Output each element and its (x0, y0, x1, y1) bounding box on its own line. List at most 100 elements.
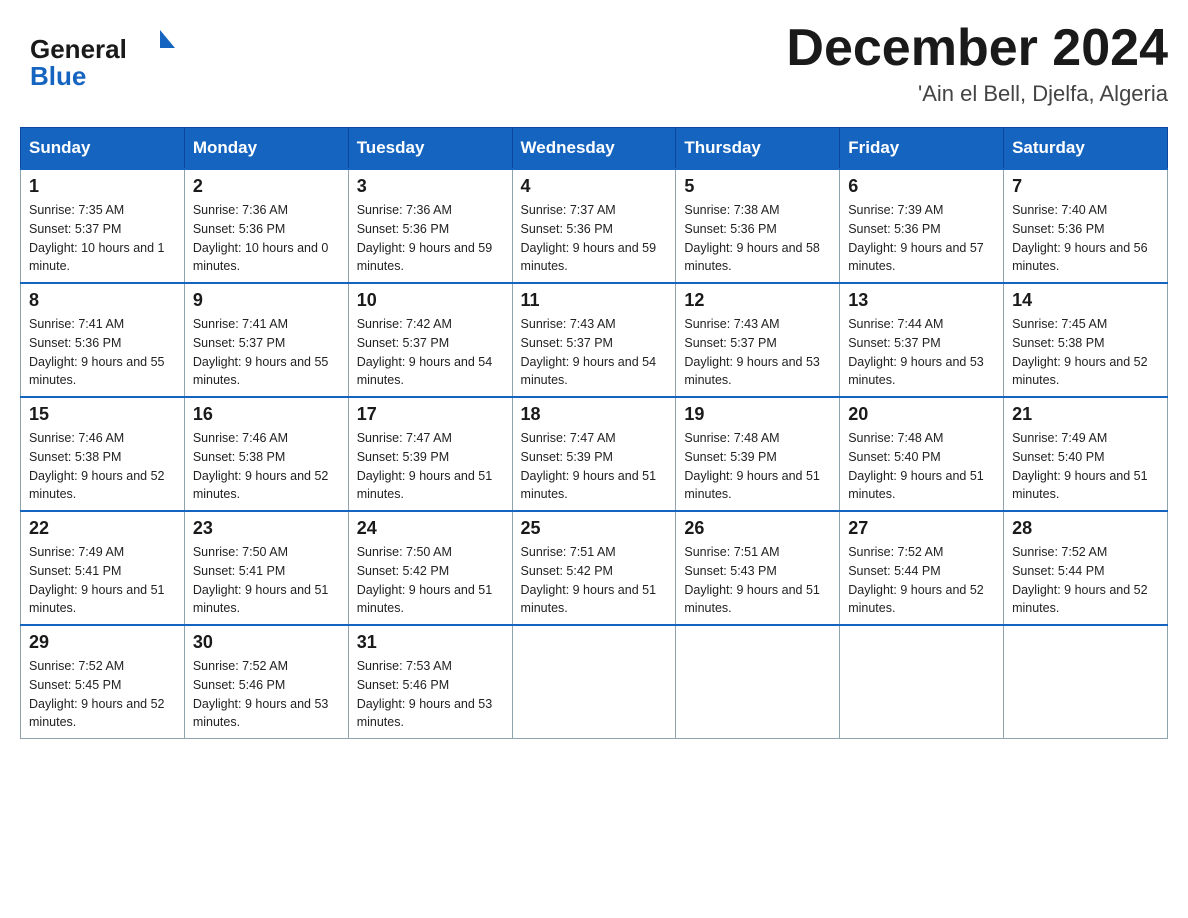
day-info: Sunrise: 7:49 AMSunset: 5:40 PMDaylight:… (1012, 429, 1159, 504)
calendar-week-4: 22 Sunrise: 7:49 AMSunset: 5:41 PMDaylig… (21, 511, 1168, 625)
calendar-table: SundayMondayTuesdayWednesdayThursdayFrid… (20, 127, 1168, 739)
day-number: 26 (684, 518, 831, 539)
day-info: Sunrise: 7:40 AMSunset: 5:36 PMDaylight:… (1012, 201, 1159, 276)
day-number: 24 (357, 518, 504, 539)
day-number: 20 (848, 404, 995, 425)
day-info: Sunrise: 7:45 AMSunset: 5:38 PMDaylight:… (1012, 315, 1159, 390)
day-number: 18 (521, 404, 668, 425)
day-number: 12 (684, 290, 831, 311)
day-info: Sunrise: 7:50 AMSunset: 5:41 PMDaylight:… (193, 543, 340, 618)
day-number: 10 (357, 290, 504, 311)
day-info: Sunrise: 7:48 AMSunset: 5:39 PMDaylight:… (684, 429, 831, 504)
calendar-cell: 23 Sunrise: 7:50 AMSunset: 5:41 PMDaylig… (184, 511, 348, 625)
logo-svg: General Blue (20, 20, 180, 95)
calendar-cell: 10 Sunrise: 7:42 AMSunset: 5:37 PMDaylig… (348, 283, 512, 397)
calendar-header-monday: Monday (184, 128, 348, 170)
calendar-cell: 11 Sunrise: 7:43 AMSunset: 5:37 PMDaylig… (512, 283, 676, 397)
calendar-header-tuesday: Tuesday (348, 128, 512, 170)
calendar-cell: 9 Sunrise: 7:41 AMSunset: 5:37 PMDayligh… (184, 283, 348, 397)
calendar-cell (512, 625, 676, 739)
day-number: 4 (521, 176, 668, 197)
day-info: Sunrise: 7:52 AMSunset: 5:46 PMDaylight:… (193, 657, 340, 732)
day-info: Sunrise: 7:43 AMSunset: 5:37 PMDaylight:… (684, 315, 831, 390)
day-info: Sunrise: 7:35 AMSunset: 5:37 PMDaylight:… (29, 201, 176, 276)
day-info: Sunrise: 7:50 AMSunset: 5:42 PMDaylight:… (357, 543, 504, 618)
calendar-cell: 31 Sunrise: 7:53 AMSunset: 5:46 PMDaylig… (348, 625, 512, 739)
day-info: Sunrise: 7:47 AMSunset: 5:39 PMDaylight:… (357, 429, 504, 504)
calendar-cell (1004, 625, 1168, 739)
calendar-cell: 21 Sunrise: 7:49 AMSunset: 5:40 PMDaylig… (1004, 397, 1168, 511)
calendar-cell: 25 Sunrise: 7:51 AMSunset: 5:42 PMDaylig… (512, 511, 676, 625)
day-info: Sunrise: 7:52 AMSunset: 5:45 PMDaylight:… (29, 657, 176, 732)
calendar-header-wednesday: Wednesday (512, 128, 676, 170)
svg-text:Blue: Blue (30, 61, 86, 91)
calendar-cell: 26 Sunrise: 7:51 AMSunset: 5:43 PMDaylig… (676, 511, 840, 625)
logo: General Blue (20, 20, 180, 95)
calendar-cell: 29 Sunrise: 7:52 AMSunset: 5:45 PMDaylig… (21, 625, 185, 739)
calendar-cell: 27 Sunrise: 7:52 AMSunset: 5:44 PMDaylig… (840, 511, 1004, 625)
day-number: 6 (848, 176, 995, 197)
day-info: Sunrise: 7:38 AMSunset: 5:36 PMDaylight:… (684, 201, 831, 276)
day-number: 11 (521, 290, 668, 311)
calendar-cell (676, 625, 840, 739)
calendar-cell: 22 Sunrise: 7:49 AMSunset: 5:41 PMDaylig… (21, 511, 185, 625)
day-info: Sunrise: 7:52 AMSunset: 5:44 PMDaylight:… (848, 543, 995, 618)
calendar-cell: 1 Sunrise: 7:35 AMSunset: 5:37 PMDayligh… (21, 169, 185, 283)
day-info: Sunrise: 7:47 AMSunset: 5:39 PMDaylight:… (521, 429, 668, 504)
day-info: Sunrise: 7:36 AMSunset: 5:36 PMDaylight:… (357, 201, 504, 276)
day-number: 23 (193, 518, 340, 539)
day-number: 28 (1012, 518, 1159, 539)
calendar-cell: 2 Sunrise: 7:36 AMSunset: 5:36 PMDayligh… (184, 169, 348, 283)
day-info: Sunrise: 7:52 AMSunset: 5:44 PMDaylight:… (1012, 543, 1159, 618)
calendar-cell: 7 Sunrise: 7:40 AMSunset: 5:36 PMDayligh… (1004, 169, 1168, 283)
day-number: 13 (848, 290, 995, 311)
day-number: 30 (193, 632, 340, 653)
day-info: Sunrise: 7:46 AMSunset: 5:38 PMDaylight:… (193, 429, 340, 504)
day-number: 7 (1012, 176, 1159, 197)
day-number: 15 (29, 404, 176, 425)
calendar-cell: 6 Sunrise: 7:39 AMSunset: 5:36 PMDayligh… (840, 169, 1004, 283)
calendar-cell (840, 625, 1004, 739)
calendar-cell: 4 Sunrise: 7:37 AMSunset: 5:36 PMDayligh… (512, 169, 676, 283)
day-number: 22 (29, 518, 176, 539)
calendar-cell: 16 Sunrise: 7:46 AMSunset: 5:38 PMDaylig… (184, 397, 348, 511)
page-header: General Blue December 2024 'Ain el Bell,… (20, 20, 1168, 107)
day-info: Sunrise: 7:36 AMSunset: 5:36 PMDaylight:… (193, 201, 340, 276)
month-title: December 2024 (786, 20, 1168, 77)
location: 'Ain el Bell, Djelfa, Algeria (786, 81, 1168, 107)
day-number: 21 (1012, 404, 1159, 425)
day-info: Sunrise: 7:41 AMSunset: 5:37 PMDaylight:… (193, 315, 340, 390)
day-number: 5 (684, 176, 831, 197)
day-number: 8 (29, 290, 176, 311)
calendar-cell: 13 Sunrise: 7:44 AMSunset: 5:37 PMDaylig… (840, 283, 1004, 397)
day-number: 19 (684, 404, 831, 425)
calendar-cell: 8 Sunrise: 7:41 AMSunset: 5:36 PMDayligh… (21, 283, 185, 397)
day-info: Sunrise: 7:49 AMSunset: 5:41 PMDaylight:… (29, 543, 176, 618)
day-info: Sunrise: 7:48 AMSunset: 5:40 PMDaylight:… (848, 429, 995, 504)
day-number: 31 (357, 632, 504, 653)
calendar-cell: 20 Sunrise: 7:48 AMSunset: 5:40 PMDaylig… (840, 397, 1004, 511)
day-number: 16 (193, 404, 340, 425)
header-right: December 2024 'Ain el Bell, Djelfa, Alge… (786, 20, 1168, 107)
calendar-week-2: 8 Sunrise: 7:41 AMSunset: 5:36 PMDayligh… (21, 283, 1168, 397)
day-info: Sunrise: 7:51 AMSunset: 5:43 PMDaylight:… (684, 543, 831, 618)
calendar-cell: 14 Sunrise: 7:45 AMSunset: 5:38 PMDaylig… (1004, 283, 1168, 397)
day-number: 17 (357, 404, 504, 425)
calendar-cell: 30 Sunrise: 7:52 AMSunset: 5:46 PMDaylig… (184, 625, 348, 739)
calendar-cell: 19 Sunrise: 7:48 AMSunset: 5:39 PMDaylig… (676, 397, 840, 511)
calendar-cell: 17 Sunrise: 7:47 AMSunset: 5:39 PMDaylig… (348, 397, 512, 511)
svg-text:General: General (30, 34, 127, 64)
calendar-header-saturday: Saturday (1004, 128, 1168, 170)
day-info: Sunrise: 7:53 AMSunset: 5:46 PMDaylight:… (357, 657, 504, 732)
calendar-cell: 28 Sunrise: 7:52 AMSunset: 5:44 PMDaylig… (1004, 511, 1168, 625)
day-number: 1 (29, 176, 176, 197)
calendar-week-5: 29 Sunrise: 7:52 AMSunset: 5:45 PMDaylig… (21, 625, 1168, 739)
day-info: Sunrise: 7:43 AMSunset: 5:37 PMDaylight:… (521, 315, 668, 390)
calendar-cell: 5 Sunrise: 7:38 AMSunset: 5:36 PMDayligh… (676, 169, 840, 283)
day-info: Sunrise: 7:51 AMSunset: 5:42 PMDaylight:… (521, 543, 668, 618)
calendar-header-thursday: Thursday (676, 128, 840, 170)
day-number: 2 (193, 176, 340, 197)
day-number: 25 (521, 518, 668, 539)
calendar-header-friday: Friday (840, 128, 1004, 170)
calendar-header-row: SundayMondayTuesdayWednesdayThursdayFrid… (21, 128, 1168, 170)
